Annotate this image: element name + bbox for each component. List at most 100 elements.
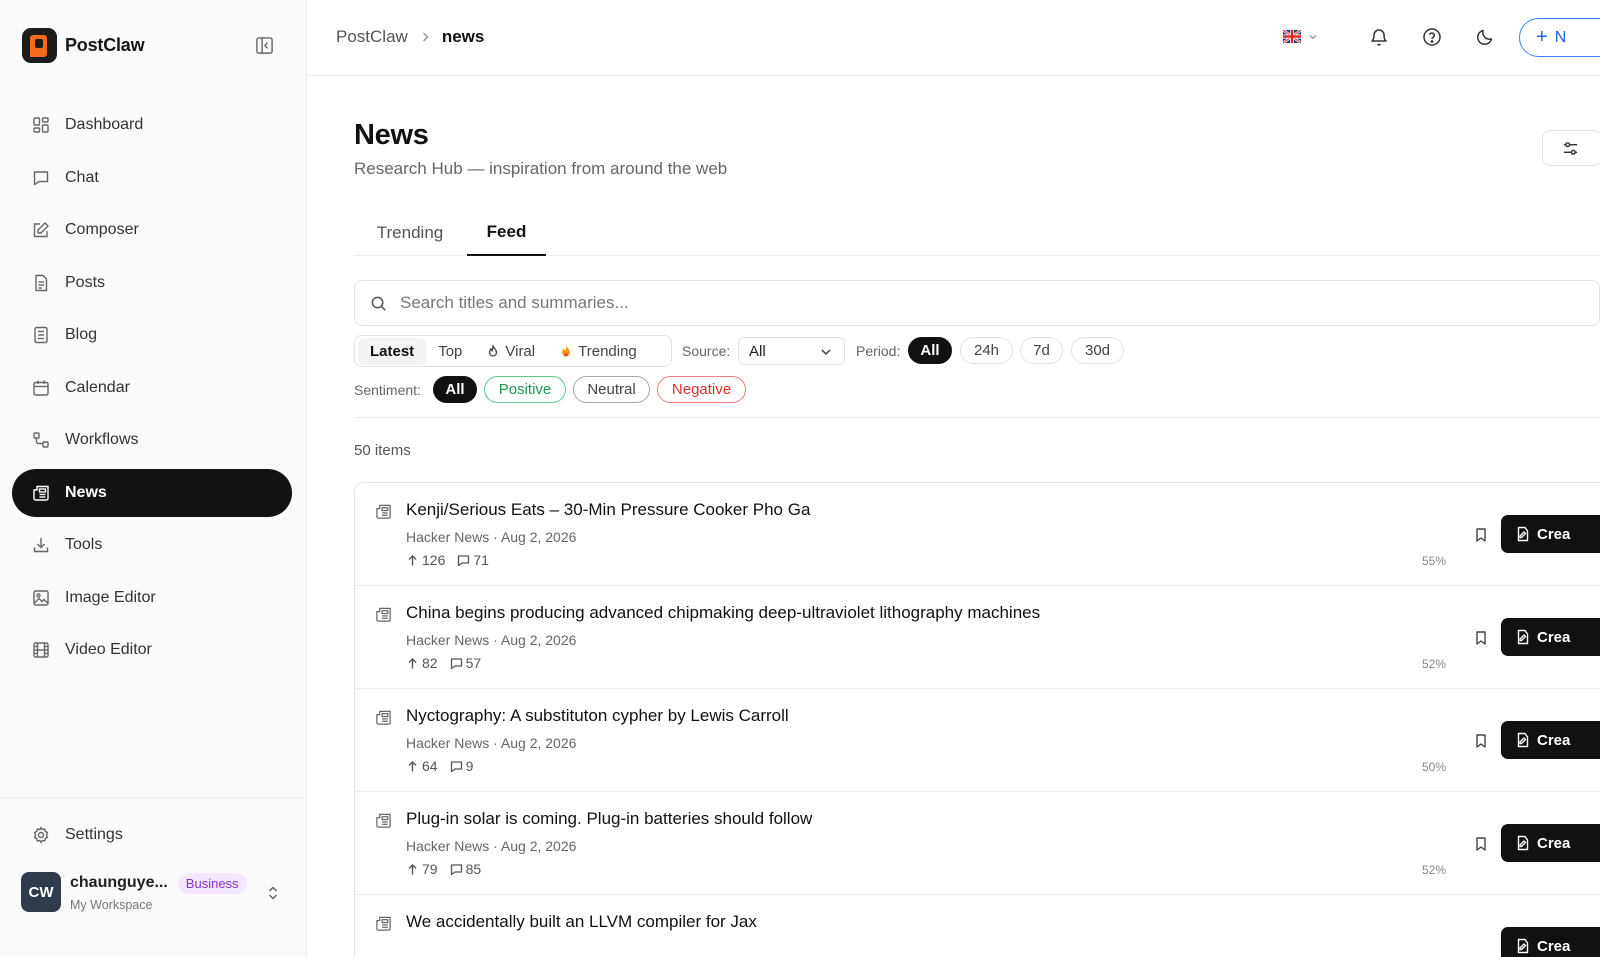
sort-viral[interactable]: Viral — [474, 338, 547, 364]
user-name: chaunguye... — [70, 874, 168, 891]
file-icon — [32, 274, 50, 292]
arrow-up-icon — [406, 657, 419, 670]
list-item[interactable]: We accidentally built an LLVM compiler f… — [355, 895, 1600, 957]
moon-icon[interactable] — [1475, 27, 1495, 47]
uk-flag-icon[interactable] — [1283, 30, 1301, 43]
bell-icon[interactable] — [1369, 27, 1389, 47]
sliders-icon — [1562, 140, 1579, 157]
sidebar-item-label: Dashboard — [65, 116, 144, 133]
create-button-label: Crea — [1537, 525, 1571, 543]
brand-name: PostClaw — [65, 35, 145, 55]
list-item[interactable]: Nyctography: A substituton cypher by Lew… — [355, 689, 1600, 792]
sort-label: Top — [438, 342, 463, 360]
sidebar-item-label: Video Editor — [65, 641, 152, 658]
sidebar-item-chat[interactable]: Chat — [12, 154, 292, 202]
page-title: News — [354, 119, 429, 151]
create-post-button[interactable]: Crea — [1501, 824, 1600, 862]
list-item[interactable]: Kenji/Serious Eats – 30-Min Pressure Coo… — [355, 483, 1600, 586]
create-post-button[interactable]: Crea — [1501, 515, 1600, 553]
breadcrumb-home[interactable]: PostClaw — [336, 27, 408, 47]
arrow-up-icon — [406, 760, 419, 773]
sidebar-item-news[interactable]: News — [12, 468, 292, 517]
sidebar-item-label: Tools — [65, 536, 103, 553]
brand[interactable]: PostClaw — [22, 28, 145, 63]
list-item[interactable]: Plug-in solar is coming. Plug-in batteri… — [355, 792, 1600, 895]
comment-count: 9 — [465, 758, 474, 774]
bookmark-icon[interactable] — [1473, 733, 1489, 749]
fire-icon — [559, 344, 573, 358]
sidebar-item-posts[interactable]: Posts — [12, 259, 292, 307]
source-select[interactable]: All — [738, 337, 845, 365]
sentiment-positive[interactable]: Positive — [484, 376, 566, 403]
plus-icon: + — [1536, 26, 1548, 48]
sidebar-item-blog[interactable]: Blog — [12, 311, 292, 359]
list-item[interactable]: China begins producing advanced chipmaki… — [355, 586, 1600, 689]
items-count: 50 items — [354, 442, 411, 459]
breadcrumb: PostClaw news — [336, 27, 484, 47]
help-icon[interactable] — [1422, 27, 1442, 47]
period-7d[interactable]: 7d — [1020, 337, 1063, 364]
item-title[interactable]: Nyctography: A substituton cypher by Lew… — [406, 706, 789, 726]
search-input[interactable] — [400, 293, 1500, 313]
user-account-switcher[interactable]: CW chaunguye... Business My Workspace — [21, 872, 291, 912]
sort-top[interactable]: Top — [426, 338, 474, 364]
sidebar-item-settings[interactable]: Settings — [32, 826, 123, 844]
comment-icon — [457, 554, 470, 567]
file-pen-icon — [1515, 629, 1531, 645]
bookmark-icon[interactable] — [1473, 527, 1489, 543]
item-stats: 82 57 — [406, 655, 481, 671]
item-meta: Hacker News · Aug 2, 2026 — [406, 838, 577, 854]
chevron-down-icon[interactable] — [1308, 32, 1318, 42]
period-24h[interactable]: 24h — [960, 337, 1013, 364]
item-title[interactable]: Kenji/Serious Eats – 30-Min Pressure Coo… — [406, 500, 810, 520]
item-stats: 79 85 — [406, 861, 481, 877]
sentiment-negative[interactable]: Negative — [657, 376, 746, 403]
file-pen-icon — [1515, 938, 1531, 954]
sidebar-item-workflows[interactable]: Workflows — [12, 416, 292, 464]
chat-icon — [32, 169, 50, 187]
bookmark-icon[interactable] — [1473, 630, 1489, 646]
topbar: PostClaw news + N — [307, 0, 1600, 76]
create-post-button[interactable]: Crea — [1501, 927, 1600, 957]
tab-trending[interactable]: Trending — [354, 209, 466, 256]
sidebar-item-tools[interactable]: Tools — [12, 521, 292, 569]
create-post-button[interactable]: Crea — [1501, 618, 1600, 656]
bookmark-icon[interactable] — [1473, 836, 1489, 852]
new-button[interactable]: + N — [1519, 18, 1600, 57]
sidebar-item-label: Posts — [65, 273, 106, 291]
item-score: 52% — [1422, 657, 1447, 671]
sidebar-collapse-icon[interactable] — [255, 36, 274, 55]
news-feed-list: Kenji/Serious Eats – 30-Min Pressure Coo… — [354, 482, 1600, 957]
sentiment-label: Sentiment: — [354, 382, 421, 398]
tab-feed[interactable]: Feed — [467, 209, 546, 256]
sidebar-item-label: Chat — [65, 168, 99, 186]
sidebar: PostClaw Dashboard Chat Composer Posts B… — [0, 0, 307, 957]
chevron-right-icon — [419, 31, 431, 43]
sidebar-item-composer[interactable]: Composer — [12, 206, 292, 254]
sidebar-item-image-editor[interactable]: Image Editor — [12, 574, 292, 622]
comment-icon — [450, 657, 463, 670]
period-30d[interactable]: 30d — [1071, 337, 1124, 364]
upvote-count: 79 — [422, 861, 438, 877]
filter-settings-button[interactable] — [1542, 130, 1600, 166]
sentiment-all[interactable]: All — [433, 376, 477, 403]
create-post-button[interactable]: Crea — [1501, 721, 1600, 759]
item-title[interactable]: Plug-in solar is coming. Plug-in batteri… — [406, 809, 812, 829]
item-title[interactable]: China begins producing advanced chipmaki… — [406, 603, 1040, 623]
file-pen-icon — [1515, 526, 1531, 542]
source-label: Source: — [682, 343, 731, 359]
item-title[interactable]: We accidentally built an LLVM compiler f… — [406, 912, 757, 932]
sentiment-neutral[interactable]: Neutral — [573, 376, 650, 403]
sidebar-divider — [0, 797, 306, 798]
sidebar-item-dashboard[interactable]: Dashboard — [12, 101, 292, 149]
sort-trending[interactable]: Trending — [547, 338, 649, 364]
sidebar-item-calendar[interactable]: Calendar — [12, 364, 292, 412]
compose-icon — [32, 221, 50, 239]
period-all[interactable]: All — [908, 337, 952, 364]
sort-latest[interactable]: Latest — [358, 338, 427, 364]
item-score: 55% — [1422, 554, 1447, 568]
sidebar-item-video-editor[interactable]: Video Editor — [12, 626, 292, 674]
item-score: 50% — [1422, 760, 1447, 774]
workflow-icon — [32, 431, 50, 449]
breadcrumb-current: news — [441, 27, 485, 46]
